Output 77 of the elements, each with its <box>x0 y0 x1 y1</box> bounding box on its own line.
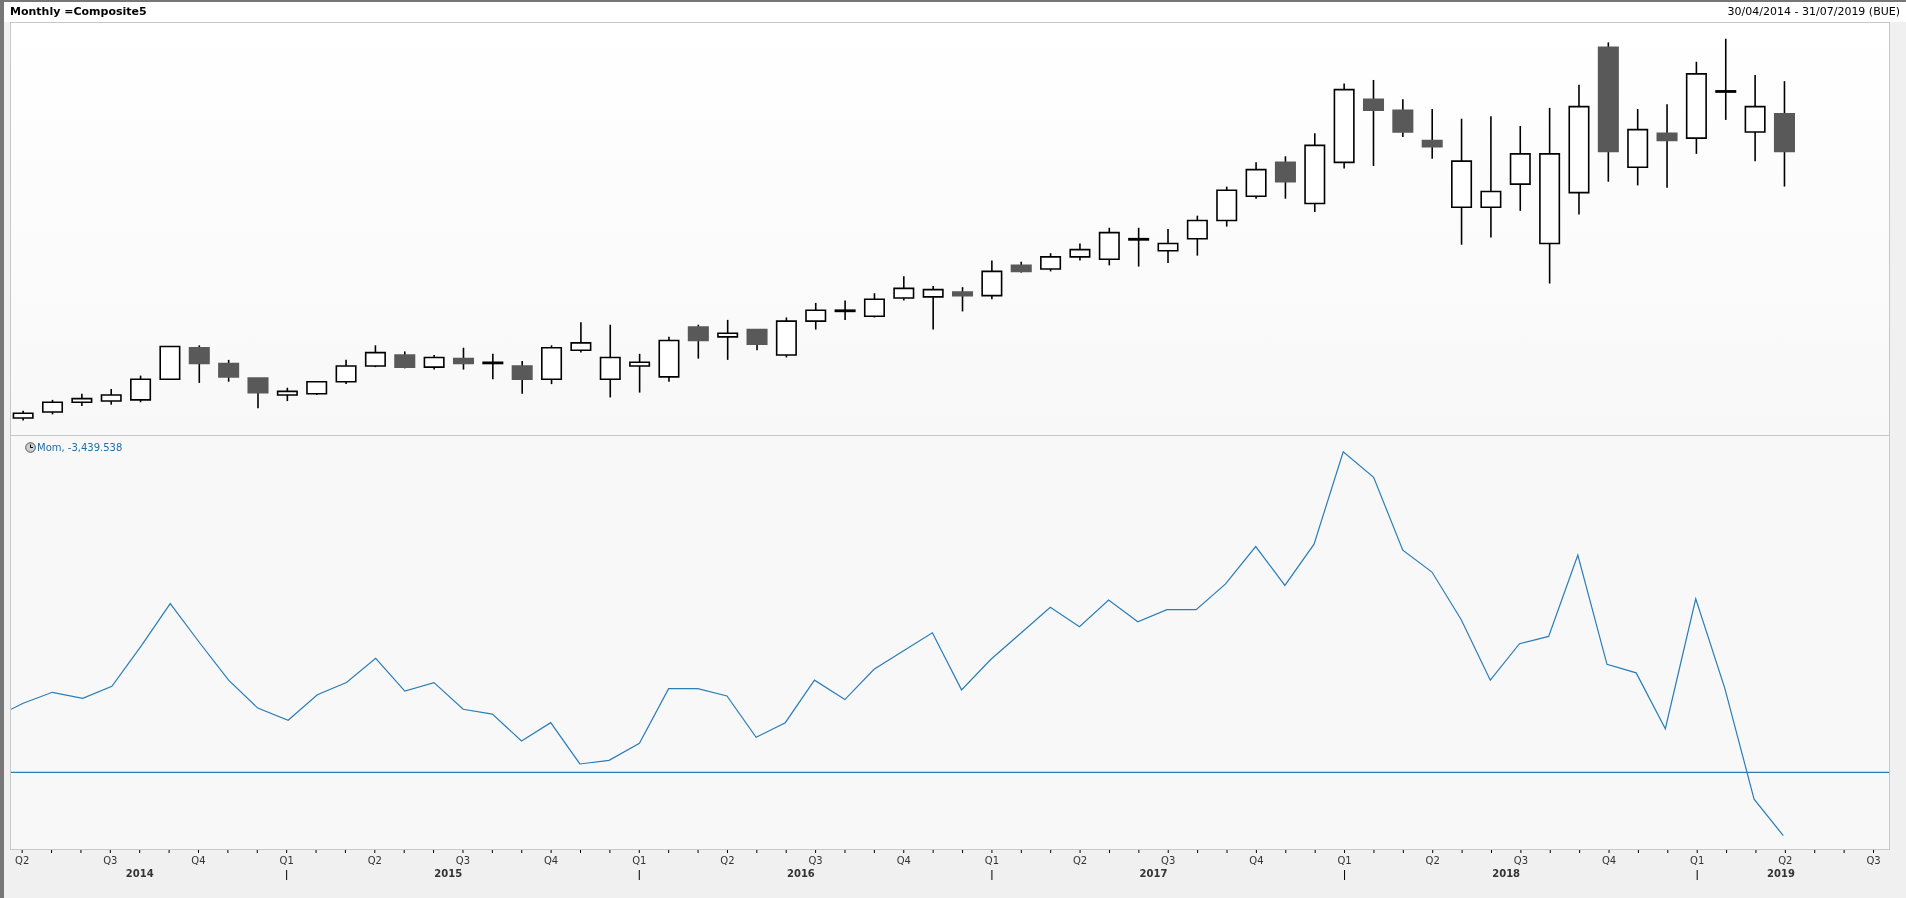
candlestick <box>805 302 827 331</box>
candlestick <box>1010 260 1032 274</box>
candlestick <box>276 386 298 402</box>
quarter-label: Q3 <box>455 854 471 868</box>
chart-title: Monthly =Composite5 <box>10 3 147 20</box>
quarter-label: Q2 <box>720 854 735 868</box>
candlestick <box>952 286 974 313</box>
year-label: 2018 <box>1492 867 1521 881</box>
candlestick <box>1128 227 1150 268</box>
quarter-label: Q4 <box>544 854 559 868</box>
candlestick <box>863 292 885 319</box>
candlestick <box>335 359 357 385</box>
candlestick <box>775 316 797 359</box>
quarter-label: Q2 <box>367 854 382 868</box>
candlestick <box>1216 185 1238 228</box>
candlestick <box>746 328 768 351</box>
candlestick <box>658 336 680 383</box>
quarter-label: Q3 <box>1513 854 1528 868</box>
candlestick <box>717 319 739 361</box>
quarter-label: Q3 <box>1866 854 1881 868</box>
quarter-label: Q2 <box>1072 854 1088 868</box>
quarter-label: Q1 <box>632 854 647 868</box>
candlestick <box>423 354 445 371</box>
candlestick <box>1040 252 1062 273</box>
candlestick <box>306 380 328 396</box>
quarter-label: Q4 <box>1249 854 1264 868</box>
candlestick <box>12 409 34 422</box>
candlestick <box>1098 227 1120 267</box>
candlestick <box>1245 161 1267 200</box>
year-label: 2016 <box>787 867 815 881</box>
candlestick <box>570 321 592 354</box>
candlestick <box>687 323 709 360</box>
candlestick <box>1069 242 1091 262</box>
candlestick <box>100 388 122 406</box>
quarter-label: Q3 <box>103 854 118 868</box>
year-label: 2019 <box>1767 867 1795 881</box>
candlestick <box>1186 214 1208 257</box>
candlestick <box>247 377 269 410</box>
candlestick <box>629 353 651 394</box>
quarter-label: Q2 <box>1425 854 1440 868</box>
candlestick <box>1157 228 1179 264</box>
quarter-label: Q2 <box>1778 854 1793 868</box>
candlestick <box>541 344 563 385</box>
quarter-label: Q4 <box>191 854 206 868</box>
candlestick <box>364 344 386 368</box>
quarter-label: Q3 <box>1161 854 1176 868</box>
candlestick <box>130 374 152 404</box>
candlestick <box>71 393 93 407</box>
year-label: 2015 <box>434 867 463 881</box>
candlestick <box>159 345 181 381</box>
date-range: 30/04/2014 - 31/07/2019 (BUE) <box>1727 3 1900 20</box>
candlestick <box>893 275 915 302</box>
candlestick <box>1392 98 1414 138</box>
quarter-label: Q1 <box>1337 854 1352 868</box>
candlestick <box>482 353 504 381</box>
quarter-label: Q1 <box>984 854 999 868</box>
candlestick <box>1274 155 1296 200</box>
quarter-label: Q3 <box>808 854 823 868</box>
year-label: 2014 <box>125 867 154 881</box>
candlestick <box>981 259 1003 301</box>
candlestick <box>511 360 533 395</box>
quarter-label: Q2 <box>15 854 30 868</box>
candlestick <box>42 399 64 416</box>
quarter-label: Q4 <box>896 854 911 868</box>
year-label: 2017 <box>1139 867 1168 881</box>
candlestick <box>394 350 416 370</box>
quarter-label: Q1 <box>279 854 294 868</box>
quarter-label: Q1 <box>1690 854 1705 868</box>
candlestick <box>188 344 210 384</box>
clock-icon <box>25 442 36 453</box>
quarter-label: Q4 <box>1601 854 1617 868</box>
candlestick <box>834 299 856 321</box>
candlestick <box>922 285 944 331</box>
candlestick <box>218 359 240 383</box>
candlestick <box>452 346 474 371</box>
indicator-label: Mom, -3,439.538 <box>37 441 123 455</box>
candlestick <box>1421 108 1443 160</box>
